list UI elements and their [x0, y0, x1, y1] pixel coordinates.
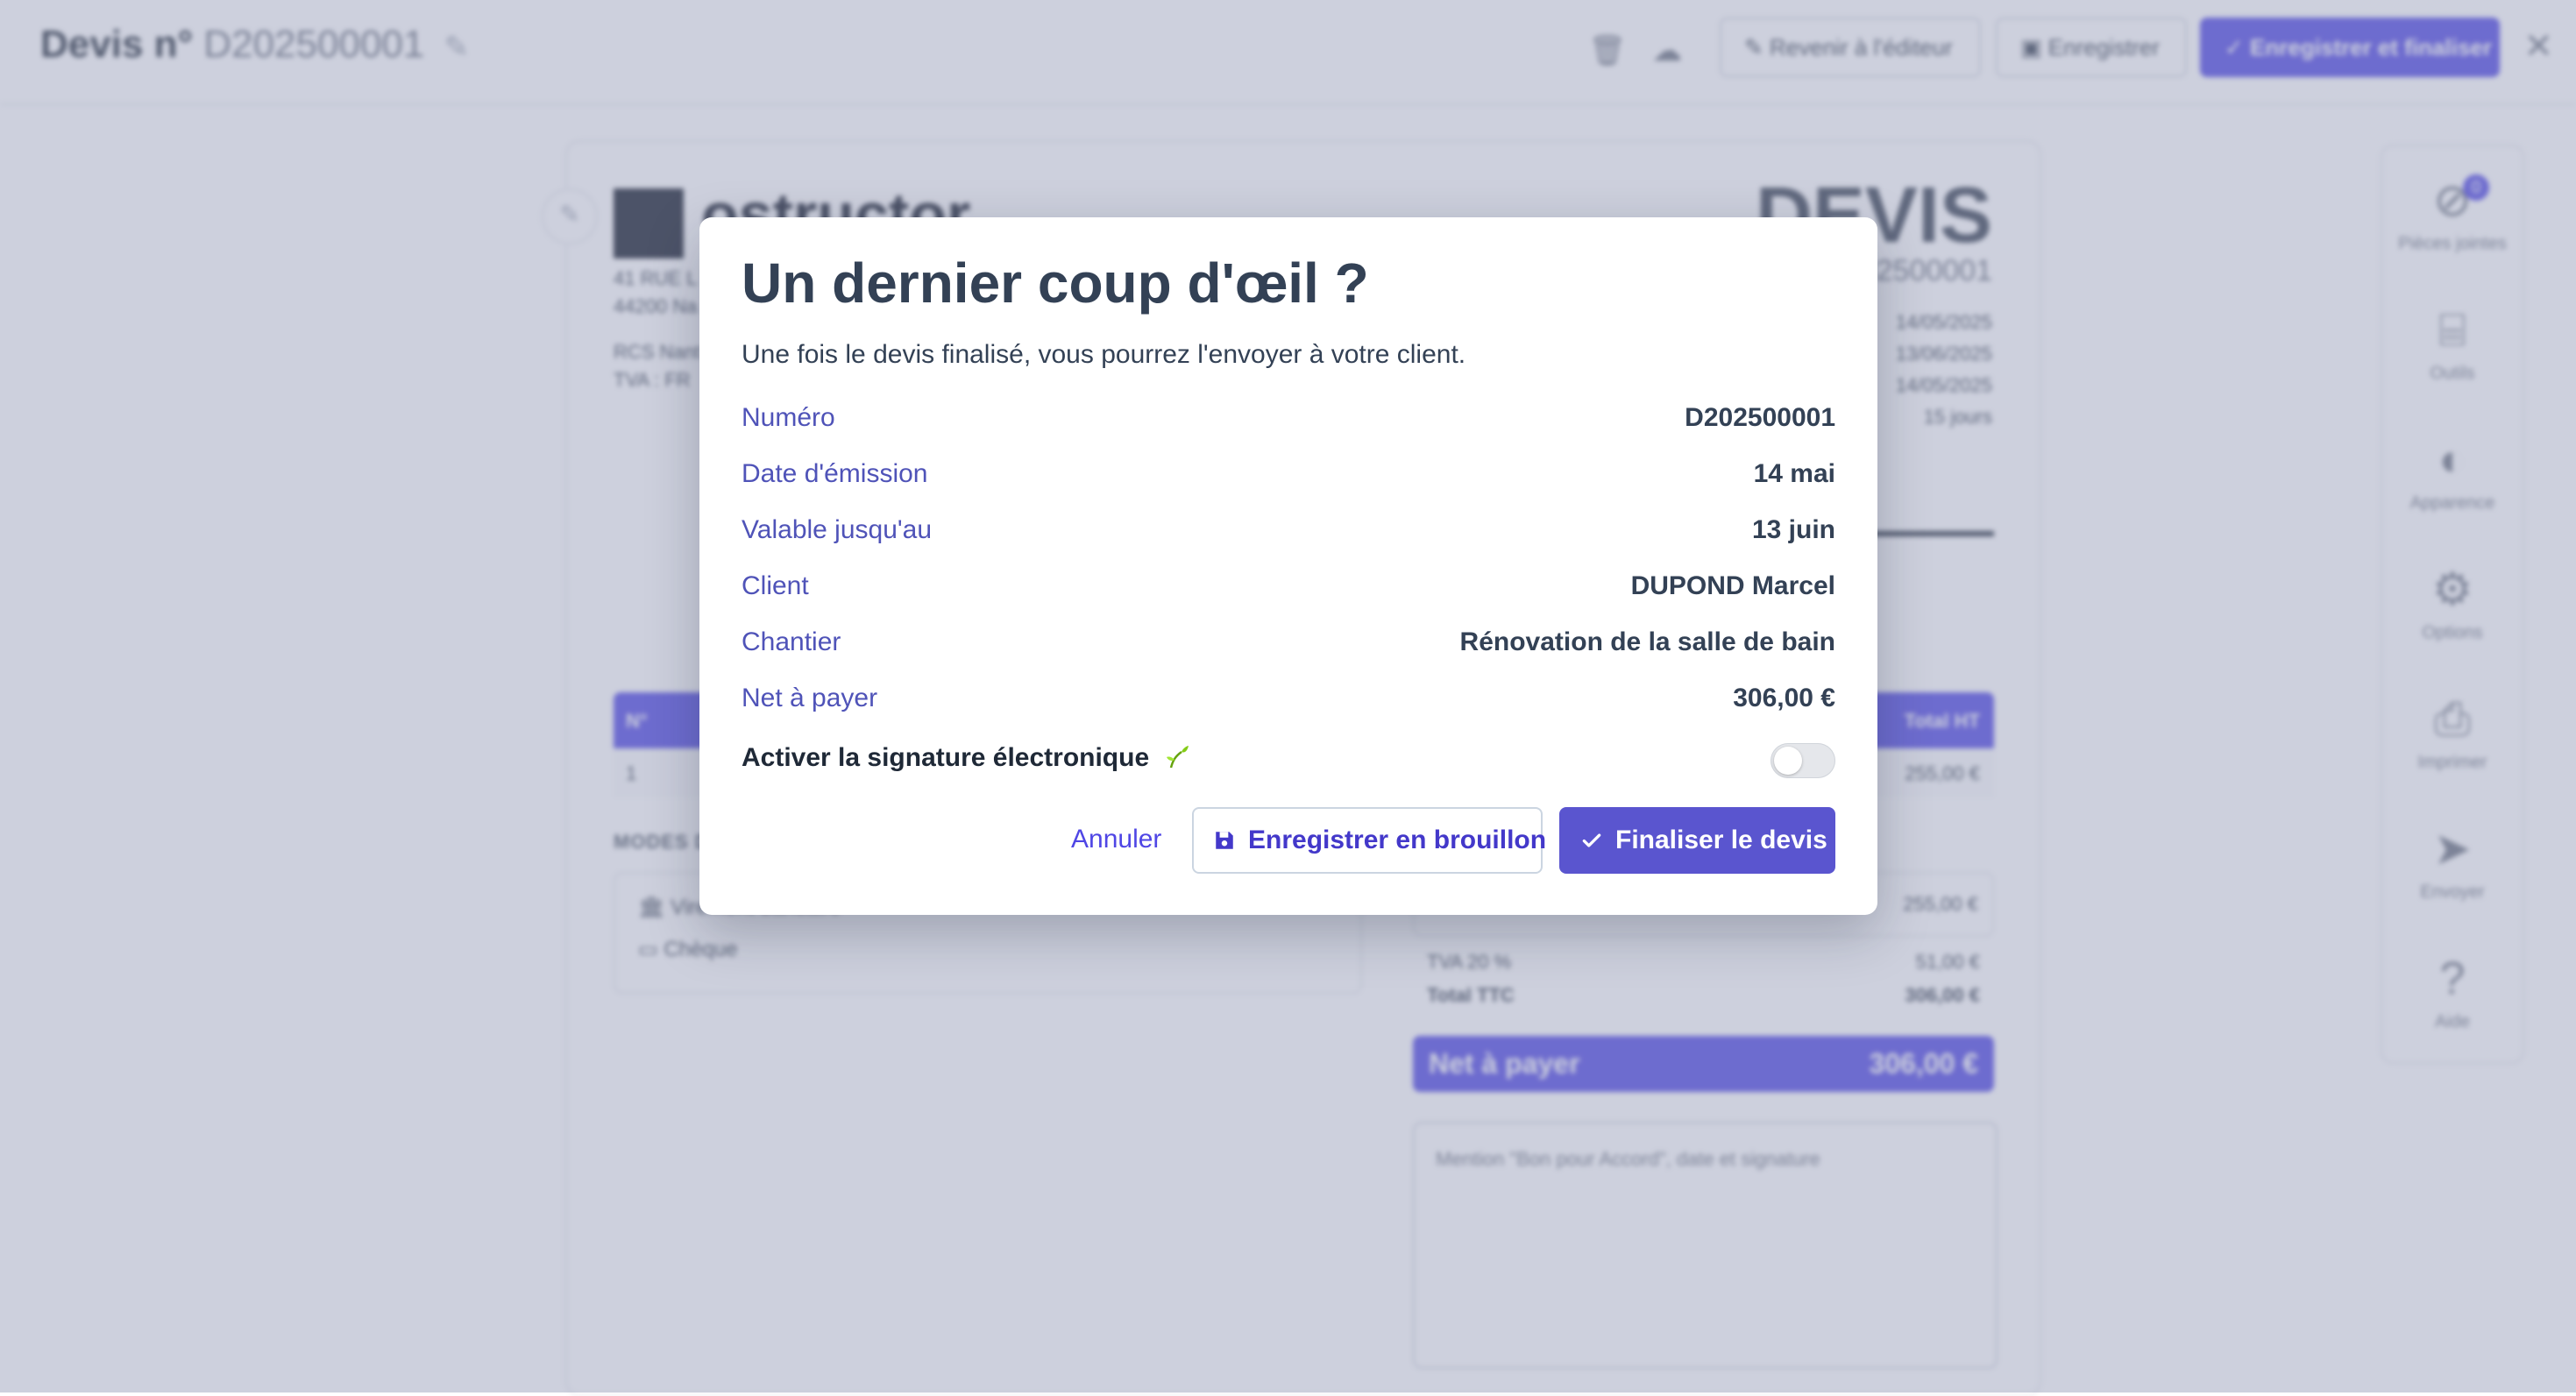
summary-label: Numéro — [742, 403, 835, 432]
summary-value: Rénovation de la salle de bain — [1459, 627, 1835, 656]
save-draft-label: Enregistrer en brouillon — [1248, 826, 1547, 854]
summary-value: 14 mai — [1753, 459, 1835, 488]
check-icon — [1582, 833, 1601, 847]
summary-value: 13 juin — [1751, 515, 1835, 544]
summary-label: Net à payer — [742, 684, 878, 712]
summary-row-net-to-pay: Net à payer 306,00 € — [742, 684, 1835, 719]
toggle-knob — [1774, 747, 1802, 775]
summary-label: Chantier — [742, 627, 841, 656]
save-draft-button[interactable]: Enregistrer en brouillon — [1192, 807, 1547, 874]
summary-row-issue-date: Date d'émission 14 mai — [742, 459, 1835, 494]
summary-value: DUPOND Marcel — [1630, 571, 1835, 600]
summary-label: Client — [742, 571, 809, 600]
e-signature-text: Activer la signature électronique — [742, 743, 1150, 772]
summary-row-client: Client DUPOND Marcel — [742, 571, 1835, 606]
summary-label: Valable jusqu'au — [742, 515, 933, 544]
dialog-title: Un dernier coup d'œil ? — [742, 252, 1369, 315]
summary-row-valid-until: Valable jusqu'au 13 juin — [742, 515, 1835, 550]
summary-label: Date d'émission — [742, 459, 928, 488]
cancel-button[interactable]: Annuler — [1071, 825, 1161, 854]
e-signature-toggle[interactable] — [1771, 743, 1835, 778]
e-signature-label: Activer la signature électronique — [742, 743, 1190, 773]
finalize-dialog: Un dernier coup d'œil ? Une fois le devi… — [699, 217, 1877, 915]
finalize-label: Finaliser le devis — [1615, 826, 1827, 854]
dialog-subtitle: Une fois le devis finalisé, vous pourrez… — [742, 340, 1466, 369]
summary-row-number: Numéro D202500001 — [742, 403, 1835, 438]
sprout-icon — [1166, 746, 1189, 769]
summary-value: 306,00 € — [1733, 684, 1835, 712]
summary-row-site: Chantier Rénovation de la salle de bain — [742, 627, 1835, 663]
floppy-icon — [1216, 832, 1233, 849]
finalize-button[interactable]: Finaliser le devis — [1559, 807, 1835, 874]
summary-value: D202500001 — [1685, 403, 1835, 432]
